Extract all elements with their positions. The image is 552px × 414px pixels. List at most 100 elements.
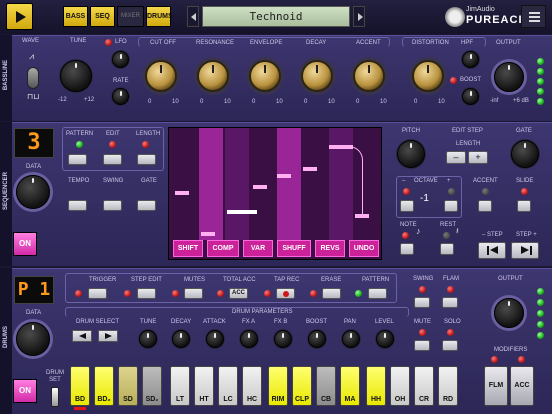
distortion-knob[interactable] (412, 60, 444, 92)
bass-output-knob[interactable] (494, 62, 524, 92)
drum-key-cb[interactable]: CB (316, 366, 336, 406)
slide-step-button[interactable] (517, 200, 531, 212)
flm-modifier-button[interactable]: FLM (484, 366, 508, 406)
note-step[interactable] (227, 210, 257, 214)
mute-button[interactable] (414, 340, 430, 351)
pitch-knob[interactable] (397, 140, 425, 168)
accent-step-button[interactable] (478, 200, 492, 212)
gate-knob[interactable] (511, 140, 539, 168)
preset-prev-button[interactable] (187, 6, 199, 27)
swing-button[interactable] (103, 200, 122, 211)
preset-display[interactable]: Technoid (202, 6, 350, 27)
hpf-knob[interactable] (462, 51, 479, 68)
pan-knob[interactable] (342, 330, 360, 348)
accent-knob[interactable] (353, 60, 385, 92)
lfo-knob[interactable] (112, 51, 129, 68)
drum-boost-knob[interactable] (308, 330, 326, 348)
drum-key-hh[interactable]: HH (366, 366, 386, 406)
edit-button[interactable] (103, 154, 122, 165)
swing-drum-button[interactable] (414, 297, 430, 308)
mode-drums-button[interactable]: DRUMS (146, 6, 173, 27)
fxa-knob[interactable] (240, 330, 258, 348)
length-plus-button[interactable]: + (468, 151, 488, 164)
length-minus-button[interactable]: – (446, 151, 466, 164)
drum-key-hc[interactable]: HC (242, 366, 262, 406)
tap-rec-button[interactable] (276, 288, 295, 299)
tune-knob[interactable] (60, 60, 92, 92)
tempo-button[interactable] (68, 200, 87, 211)
boost-knob[interactable] (462, 88, 479, 105)
note-button[interactable] (400, 243, 414, 255)
lfo-led[interactable] (105, 39, 112, 46)
drum-on-button[interactable]: ON (13, 379, 37, 403)
drum-key-clp[interactable]: CLP (292, 366, 312, 406)
rate-knob[interactable] (112, 88, 129, 105)
mutes-button[interactable] (184, 288, 203, 299)
note-step[interactable] (201, 232, 215, 236)
length-button[interactable] (137, 154, 156, 165)
play-button[interactable] (6, 3, 33, 30)
drum-set-switch[interactable] (51, 387, 59, 407)
gate-button[interactable] (137, 200, 156, 211)
drum-key-bd2[interactable]: BD₂ (94, 366, 114, 406)
envelope-knob[interactable] (249, 60, 281, 92)
rest-button[interactable] (440, 243, 454, 255)
drum-data-knob[interactable] (16, 322, 50, 356)
seq-data-knob[interactable] (16, 175, 50, 209)
drum-select-next-button[interactable] (98, 330, 118, 342)
drum-pattern-button[interactable] (368, 288, 387, 299)
drum-key-ma[interactable]: MA (340, 366, 360, 406)
fxb-knob[interactable] (274, 330, 292, 348)
preset-next-button[interactable] (353, 6, 365, 27)
drum-key-sd2[interactable]: SD₂ (142, 366, 162, 406)
drum-attack-knob[interactable] (206, 330, 224, 348)
octave-up-button[interactable] (444, 200, 458, 212)
drum-tune-knob[interactable] (139, 330, 157, 348)
comp-button[interactable]: COMP (207, 240, 239, 257)
note-step[interactable] (175, 191, 189, 195)
drum-key-rd[interactable]: RD (438, 366, 458, 406)
mode-mixer-button[interactable]: MIXER (117, 6, 144, 27)
flam-button[interactable] (442, 297, 458, 308)
total-acc-button[interactable]: ACC (229, 288, 248, 299)
erase-button[interactable] (322, 288, 341, 299)
drum-select-prev-button[interactable] (72, 330, 92, 342)
piano-roll-grid[interactable]: SHIFT COMP VAR SHUFF REVS UNDO (168, 127, 382, 260)
drum-key-lc[interactable]: LC (218, 366, 238, 406)
acc-modifier-button[interactable]: ACC (510, 366, 534, 406)
boost-led[interactable] (450, 77, 457, 84)
drum-key-bd[interactable]: BD (70, 366, 90, 406)
mode-seq-button[interactable]: SEQ (90, 6, 115, 27)
mode-bass-button[interactable]: BASS (63, 6, 88, 27)
step-forward-button[interactable] (511, 242, 539, 259)
solo-button[interactable] (442, 340, 458, 351)
note-step[interactable] (277, 174, 291, 178)
menu-button[interactable] (521, 5, 546, 28)
drum-decay-knob[interactable] (172, 330, 190, 348)
decay-knob[interactable] (301, 60, 333, 92)
drum-key-rim[interactable]: RIM (268, 366, 288, 406)
drum-key-ht[interactable]: HT (194, 366, 214, 406)
var-button[interactable]: VAR (243, 240, 273, 257)
note-step[interactable] (253, 185, 267, 189)
note-step[interactable] (303, 167, 317, 171)
shift-button[interactable]: SHIFT (173, 240, 203, 257)
octave-down-button[interactable] (400, 200, 414, 212)
drum-output-knob[interactable] (494, 298, 524, 328)
cutoff-knob[interactable] (145, 60, 177, 92)
level-knob[interactable] (376, 330, 394, 348)
step-edit-button[interactable] (137, 288, 156, 299)
wave-toggle-switch[interactable] (27, 67, 39, 89)
resonance-knob[interactable] (197, 60, 229, 92)
seq-on-button[interactable]: ON (13, 232, 37, 256)
drum-key-cr[interactable]: CR (414, 366, 434, 406)
undo-button[interactable]: UNDO (349, 240, 379, 257)
shuff-button[interactable]: SHUFF (277, 240, 311, 257)
trigger-button[interactable] (88, 288, 107, 299)
revs-button[interactable]: REVS (315, 240, 345, 257)
drum-key-sd[interactable]: SD (118, 366, 138, 406)
step-back-button[interactable] (478, 242, 506, 259)
drum-key-lt[interactable]: LT (170, 366, 190, 406)
pattern-button[interactable] (68, 154, 87, 165)
drum-key-oh[interactable]: OH (390, 366, 410, 406)
